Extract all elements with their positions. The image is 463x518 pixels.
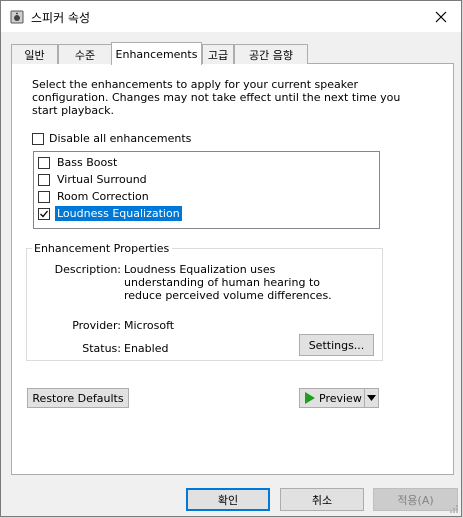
provider-value: Microsoft xyxy=(124,319,175,332)
tab-general[interactable]: 일반 xyxy=(11,44,58,64)
checkbox-icon[interactable] xyxy=(38,173,50,186)
checkbox-icon[interactable] xyxy=(38,156,50,169)
list-item-label: Virtual Surround xyxy=(57,173,147,186)
disable-all-label: Disable all enhancements xyxy=(49,132,192,145)
window-title: 스피커 속성 xyxy=(31,11,91,25)
status-label: Status: xyxy=(82,342,121,355)
play-icon xyxy=(305,392,315,404)
enhancements-description: Select the enhancements to apply for you… xyxy=(32,78,401,117)
tab-spatial-sound[interactable]: 공간 음향 xyxy=(234,44,308,64)
checkbox-icon[interactable] xyxy=(32,132,44,145)
resize-grip-icon[interactable] xyxy=(449,504,459,514)
description-label: Description: xyxy=(54,263,121,276)
list-item-label: Loudness Equalization xyxy=(55,206,182,221)
enhancements-list[interactable]: Bass Boost Virtual Surround Room Correct… xyxy=(33,151,380,229)
tab-advanced[interactable]: 고급 xyxy=(202,44,234,64)
speaker-icon xyxy=(9,9,25,25)
checkbox-checked-icon[interactable] xyxy=(38,207,50,220)
tab-enhancements[interactable]: Enhancements xyxy=(111,42,202,65)
apply-button[interactable]: 적용(A) xyxy=(373,488,458,511)
provider-label: Provider: xyxy=(72,319,121,332)
list-item-virtual-surround[interactable]: Virtual Surround xyxy=(38,171,149,188)
checkbox-icon[interactable] xyxy=(38,190,50,203)
chevron-down-icon xyxy=(367,395,376,401)
list-item-loudness-equalization[interactable]: Loudness Equalization xyxy=(38,205,182,222)
restore-defaults-button[interactable]: Restore Defaults xyxy=(27,388,129,408)
list-item-room-correction[interactable]: Room Correction xyxy=(38,188,151,205)
close-icon xyxy=(435,11,447,22)
cancel-button[interactable]: 취소 xyxy=(280,488,364,511)
list-item-bass-boost[interactable]: Bass Boost xyxy=(38,154,119,171)
ok-button[interactable]: 확인 xyxy=(186,488,270,511)
group-title: Enhancement Properties xyxy=(32,242,173,255)
preview-label: Preview xyxy=(319,391,362,405)
preview-dropdown-button[interactable] xyxy=(364,388,379,408)
disable-all-checkbox[interactable]: Disable all enhancements xyxy=(32,132,191,145)
settings-button[interactable]: Settings... xyxy=(299,334,374,356)
tab-levels[interactable]: 수준 xyxy=(58,44,112,64)
close-button[interactable] xyxy=(421,1,461,32)
description-value: Loudness Equalization uses understanding… xyxy=(124,263,332,302)
speaker-properties-window: 스피커 속성 일반 수준 Enhancements 고급 공간 음향 Selec… xyxy=(0,0,462,517)
title-bar: 스피커 속성 xyxy=(1,1,461,32)
preview-button[interactable]: Preview xyxy=(299,388,365,408)
list-item-label: Room Correction xyxy=(57,190,149,203)
list-item-label: Bass Boost xyxy=(57,156,118,169)
status-value: Enabled xyxy=(124,342,169,355)
